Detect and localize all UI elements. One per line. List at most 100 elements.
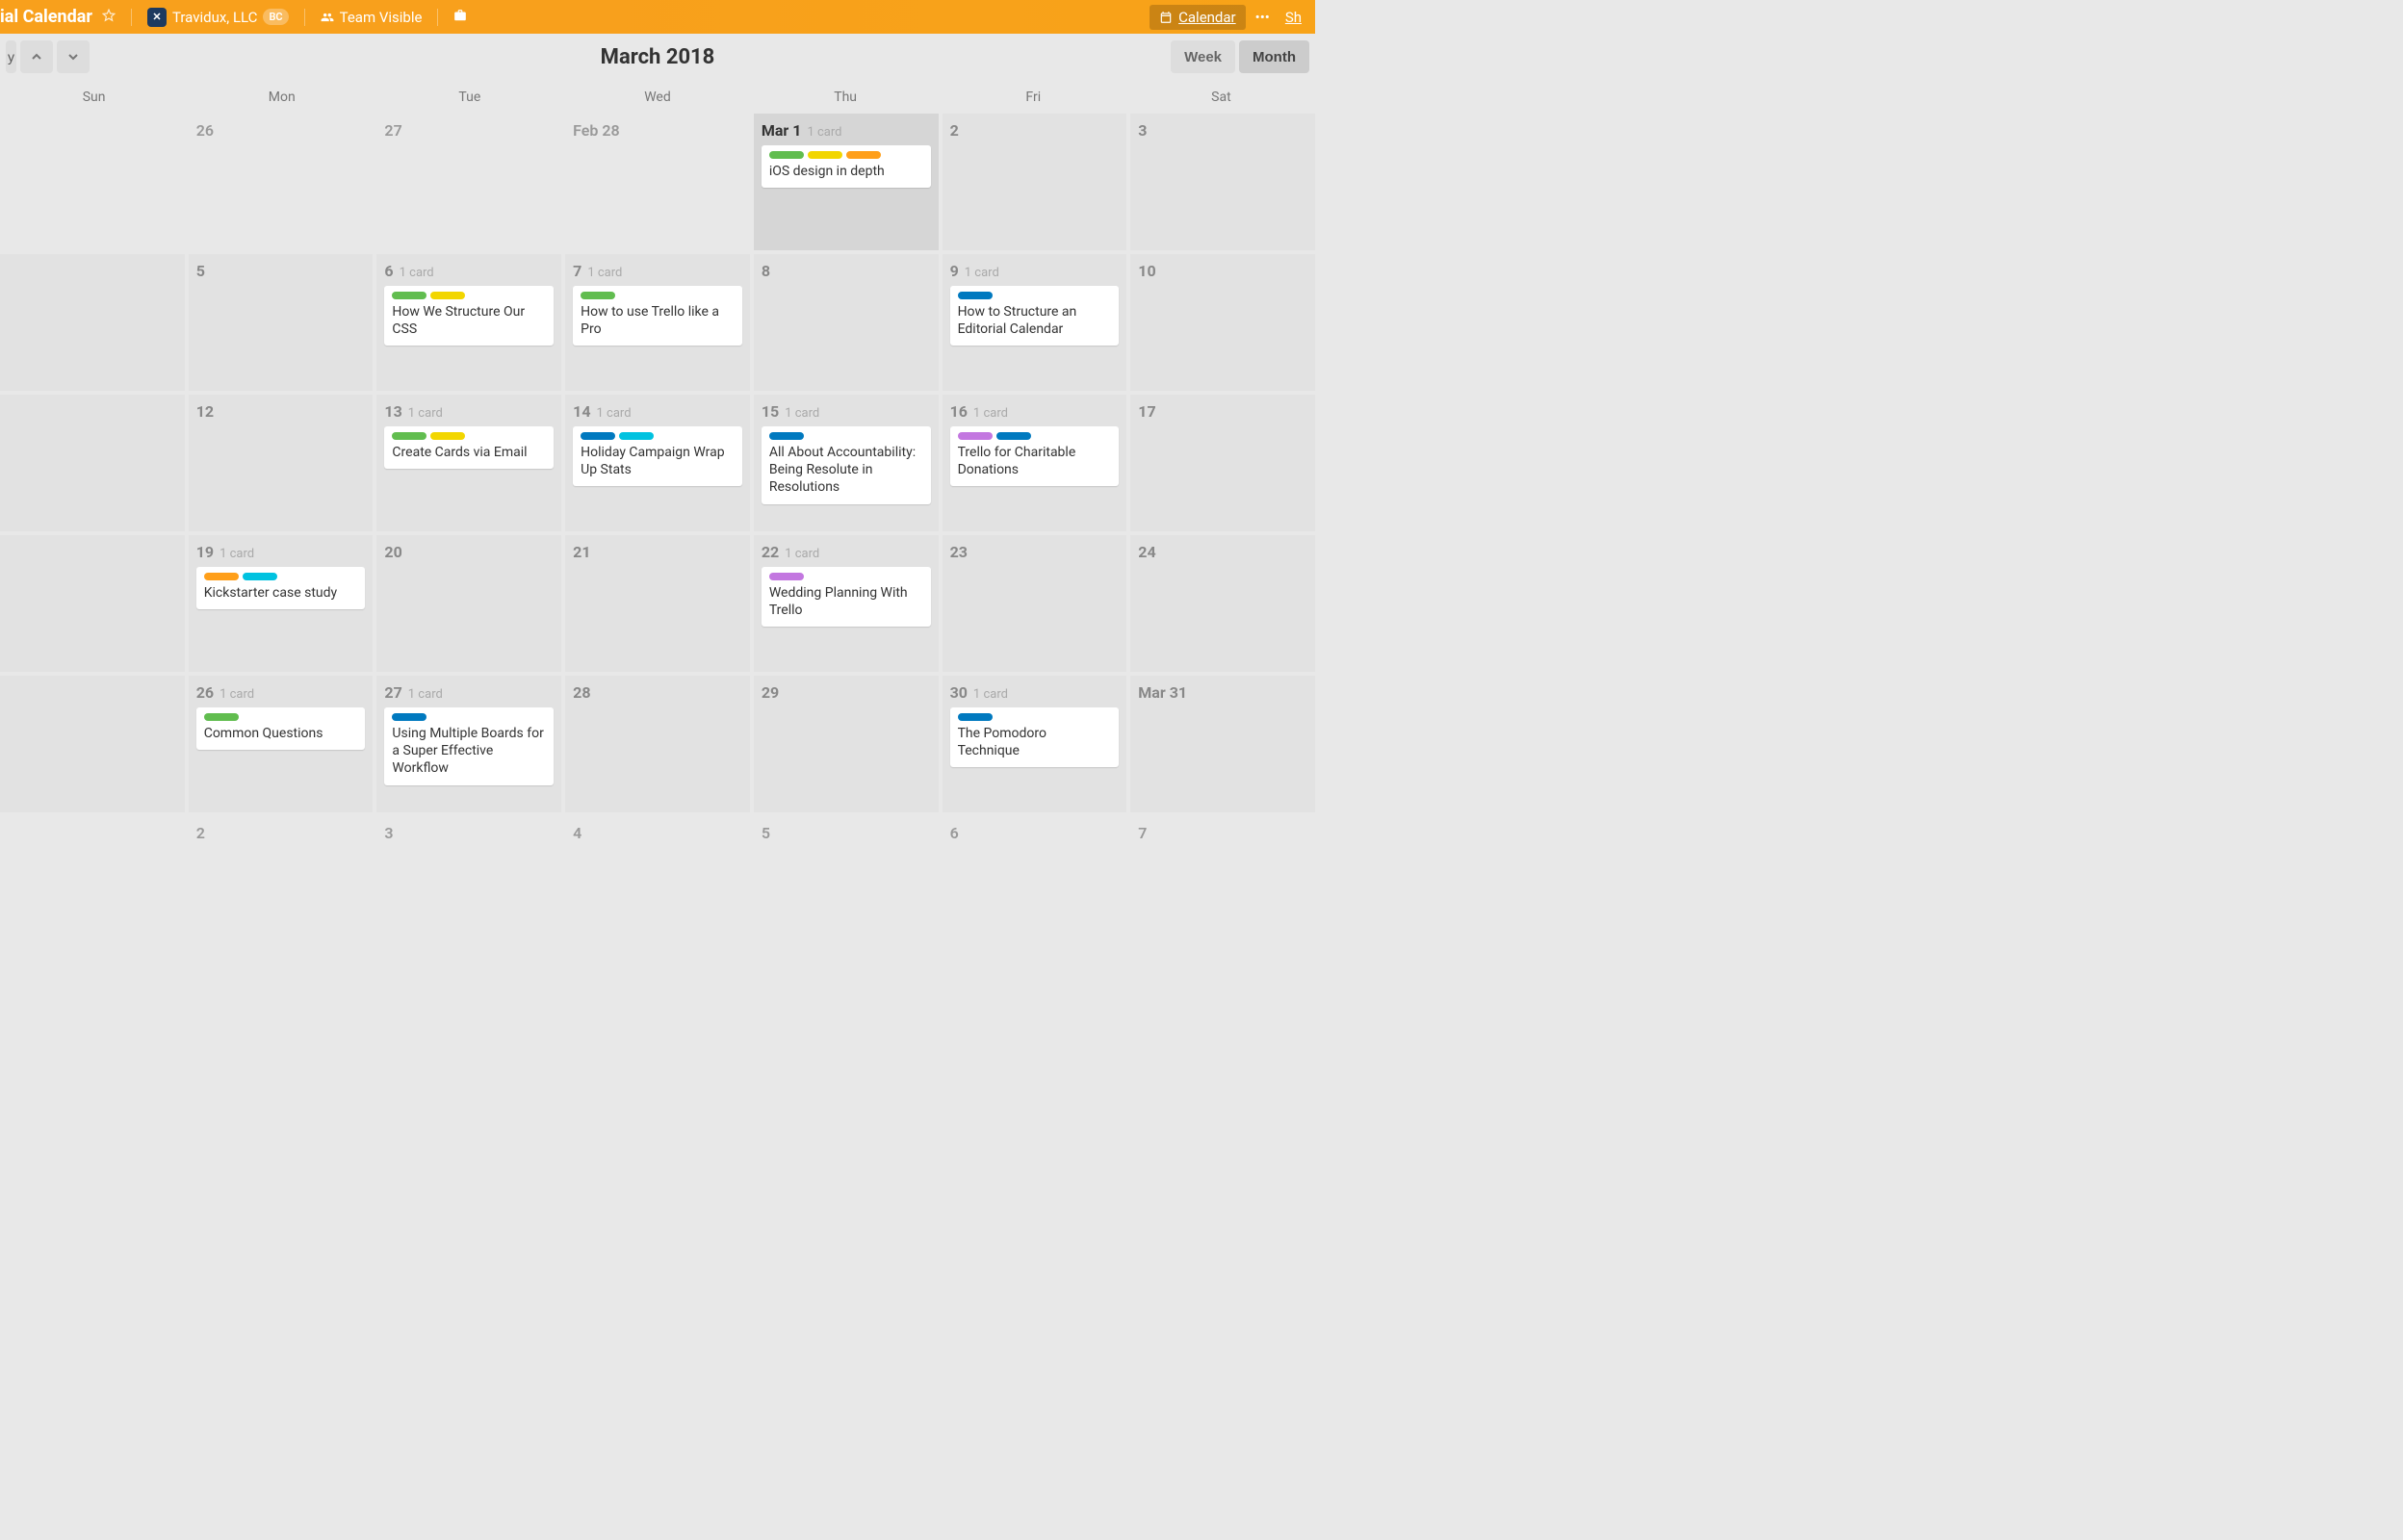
card-labels: [958, 432, 1112, 440]
card[interactable]: How to use Trello like a Pro: [573, 286, 742, 346]
calendar-cell[interactable]: 6: [943, 816, 1127, 953]
calendar-cell[interactable]: 161 cardTrello for Charitable Donations: [943, 395, 1127, 531]
calendar-cell[interactable]: [0, 254, 185, 391]
calendar-cell[interactable]: 12: [189, 395, 374, 531]
card[interactable]: The Pomodoro Technique: [950, 707, 1120, 767]
calendar-cell[interactable]: [0, 676, 185, 812]
card-count: 1 card: [220, 547, 254, 561]
label-yellow: [430, 432, 465, 440]
calendar-cell[interactable]: 131 cardCreate Cards via Email: [376, 395, 561, 531]
calendar-cell[interactable]: Mar 1 1 card iOS design in depth: [754, 114, 939, 250]
day-headers: SunMonTueWedThuFriSat: [0, 80, 1315, 114]
card[interactable]: How to Structure an Editorial Calendar: [950, 286, 1120, 346]
team-badge[interactable]: ✕ Travidux, LLC BC: [147, 8, 289, 27]
calendar-cell[interactable]: 27: [376, 114, 561, 250]
calendar-cell[interactable]: 3: [1130, 114, 1315, 250]
card-labels: [581, 292, 735, 299]
calendar-cell[interactable]: 24: [1130, 535, 1315, 672]
calendar-cell[interactable]: 4: [565, 816, 750, 953]
calendar-cell[interactable]: [0, 816, 185, 953]
calendar-cell[interactable]: 71 cardHow to use Trello like a Pro: [565, 254, 750, 391]
date-number: 5: [762, 824, 770, 842]
calendar-cell[interactable]: 91 cardHow to Structure an Editorial Cal…: [943, 254, 1127, 391]
date-line: 20: [384, 543, 554, 561]
calendar-cell[interactable]: 5: [754, 816, 939, 953]
month-view-button[interactable]: Month: [1239, 40, 1309, 73]
calendar-cell[interactable]: 20: [376, 535, 561, 672]
card[interactable]: Trello for Charitable Donations: [950, 426, 1120, 486]
calendar-cell[interactable]: 301 cardThe Pomodoro Technique: [943, 676, 1127, 812]
card[interactable]: Kickstarter case study: [196, 567, 366, 609]
calendar-cell[interactable]: 8: [754, 254, 939, 391]
label-blue: [581, 432, 615, 440]
label-yellow: [808, 151, 842, 159]
calendar-cell[interactable]: Mar 31: [1130, 676, 1315, 812]
calendar-cell[interactable]: 10: [1130, 254, 1315, 391]
show-menu-button[interactable]: Sh: [1279, 5, 1307, 30]
calendar-cell[interactable]: 23: [943, 535, 1127, 672]
day-header: Tue: [375, 80, 563, 114]
date-number: 24: [1138, 543, 1155, 561]
calendar-button[interactable]: Calendar: [1150, 5, 1246, 30]
calendar-cell[interactable]: Feb 28: [565, 114, 750, 250]
calendar-cell[interactable]: 61 cardHow We Structure Our CSS: [376, 254, 561, 391]
card-count: 1 card: [807, 125, 841, 140]
calendar-cell[interactable]: 221 cardWedding Planning With Trello: [754, 535, 939, 672]
calendar-cell[interactable]: [0, 395, 185, 531]
card-labels: [204, 573, 358, 580]
date-number: 23: [950, 543, 968, 561]
card[interactable]: Wedding Planning With Trello: [762, 567, 931, 627]
calendar-cell[interactable]: [0, 535, 185, 672]
card[interactable]: How We Structure Our CSS: [384, 286, 554, 346]
calendar-cell[interactable]: 261 cardCommon Questions: [189, 676, 374, 812]
label-green: [769, 151, 804, 159]
calendar-cell[interactable]: 17: [1130, 395, 1315, 531]
date-number: 3: [1138, 121, 1147, 140]
calendar-cell[interactable]: 141 cardHoliday Campaign Wrap Up Stats: [565, 395, 750, 531]
label-green: [392, 432, 426, 440]
calendar-cell[interactable]: 28: [565, 676, 750, 812]
calendar-cell[interactable]: 29: [754, 676, 939, 812]
card[interactable]: iOS design in depth: [762, 145, 931, 188]
date-line: 21: [573, 543, 742, 561]
date-number: 27: [384, 683, 401, 702]
next-button[interactable]: [57, 40, 90, 73]
header-right: Calendar ••• Sh: [1150, 5, 1307, 30]
date-number: 4: [573, 824, 581, 842]
calendar-cell[interactable]: 26: [189, 114, 374, 250]
calendar-cell[interactable]: [0, 114, 185, 250]
label-teal: [619, 432, 654, 440]
card-title: Create Cards via Email: [392, 444, 546, 461]
card-title: Kickstarter case study: [204, 584, 358, 602]
calendar-cell[interactable]: 5: [189, 254, 374, 391]
card[interactable]: Using Multiple Boards for a Super Effect…: [384, 707, 554, 785]
date-line: 151 card: [762, 402, 931, 421]
card-title: How to use Trello like a Pro: [581, 303, 735, 338]
card-title: Wedding Planning With Trello: [769, 584, 923, 619]
date-number: Mar 1: [762, 121, 802, 140]
star-icon[interactable]: [102, 9, 116, 26]
card[interactable]: Create Cards via Email: [384, 426, 554, 469]
calendar-cell[interactable]: 3: [376, 816, 561, 953]
calendar-cell[interactable]: 21: [565, 535, 750, 672]
card[interactable]: Common Questions: [196, 707, 366, 750]
card[interactable]: Holiday Campaign Wrap Up Stats: [573, 426, 742, 486]
team-name: Travidux, LLC: [172, 9, 257, 26]
prev-button[interactable]: [20, 40, 53, 73]
calendar-cell[interactable]: 7: [1130, 816, 1315, 953]
calendar-cell[interactable]: 191 cardKickstarter case study: [189, 535, 374, 672]
calendar-cell[interactable]: 271 cardUsing Multiple Boards for a Supe…: [376, 676, 561, 812]
calendar-cell[interactable]: 2: [943, 114, 1127, 250]
more-menu-button[interactable]: •••: [1250, 5, 1276, 30]
card[interactable]: All About Accountability: Being Resolute…: [762, 426, 931, 504]
briefcase-icon[interactable]: [453, 9, 467, 26]
calendar-cell[interactable]: 2: [189, 816, 374, 953]
today-button[interactable]: y: [6, 40, 16, 73]
calendar-cell[interactable]: 151 card All About Accountability: Being …: [754, 395, 939, 531]
visibility-button[interactable]: Team Visible: [321, 9, 423, 26]
board-name[interactable]: ial Calendar: [0, 7, 92, 27]
calendar-label: Calendar: [1178, 9, 1236, 26]
week-view-button[interactable]: Week: [1171, 40, 1235, 73]
date-line: 29: [762, 683, 931, 702]
date-number: 6: [384, 262, 393, 280]
